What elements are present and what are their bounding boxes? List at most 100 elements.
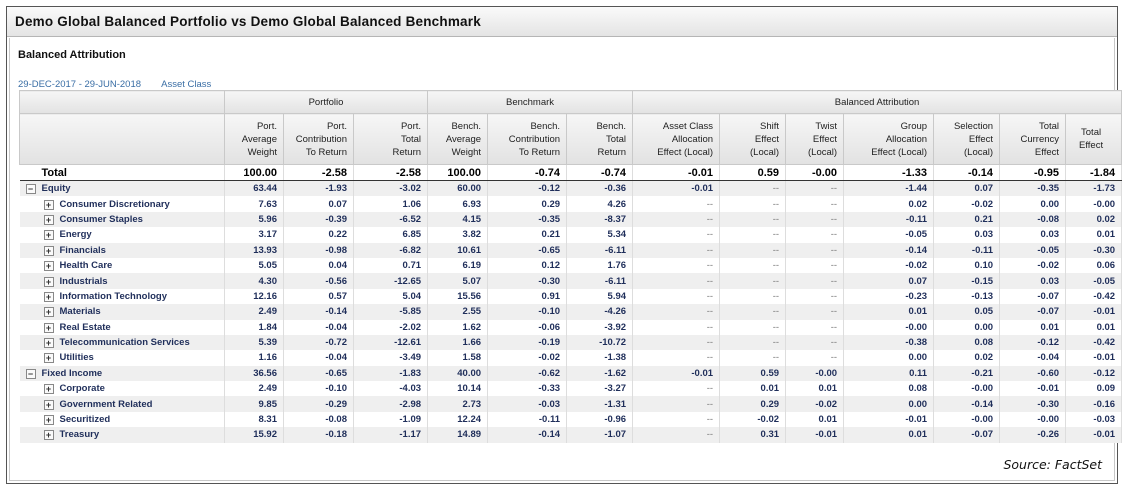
data-cell: --: [719, 242, 787, 258]
row-label-cell: − Equity: [19, 180, 225, 197]
data-cell: -0.39: [283, 211, 354, 228]
data-cell: 0.01: [1065, 227, 1122, 243]
row-label: Securitized: [59, 414, 111, 426]
data-cell: -6.11: [566, 273, 634, 289]
data-cell: -0.62: [487, 365, 568, 382]
column-header[interactable]: Bench. Average Weight: [427, 113, 489, 165]
data-cell: 0.21: [487, 227, 568, 243]
column-header[interactable]: Total Currency Effect: [999, 113, 1067, 165]
data-cell: -0.00: [933, 411, 1001, 428]
data-cell: -0.35: [999, 180, 1067, 197]
expand-icon[interactable]: +: [43, 353, 54, 364]
data-cell: --: [632, 257, 721, 274]
data-cell: --: [785, 242, 845, 258]
column-header[interactable]: Port. Contribution To Return: [283, 113, 354, 165]
data-cell: -0.38: [843, 334, 935, 351]
data-cell: 0.00: [933, 319, 1001, 335]
column-header[interactable]: Bench. Contribution To Return: [487, 113, 568, 165]
data-cell: -0.00: [843, 319, 935, 335]
data-cell: -0.02: [933, 196, 1001, 212]
column-header[interactable]: Port. Average Weight: [224, 113, 284, 165]
column-header-line: Shift: [760, 120, 780, 132]
column-header[interactable]: Shift Effect (Local): [719, 113, 787, 165]
total-cell: -0.14: [933, 164, 1001, 181]
column-header[interactable]: Port. Total Return: [352, 113, 429, 165]
expand-icon[interactable]: +: [43, 338, 54, 349]
data-cell: -0.15: [933, 273, 1001, 289]
data-cell: 0.29: [487, 196, 568, 212]
expand-icon[interactable]: +: [43, 230, 54, 241]
expand-icon[interactable]: +: [43, 307, 54, 318]
column-header-line: Weight: [247, 146, 277, 158]
collapse-icon[interactable]: −: [25, 368, 36, 379]
column-header-line: Port.: [326, 120, 347, 132]
data-cell: -10.72: [566, 334, 634, 351]
data-cell: 12.16: [224, 288, 284, 305]
data-cell: 0.09: [1065, 381, 1122, 397]
table-row: + Information Technology 12.16 0.57 5.04 15.5…: [19, 288, 1122, 305]
expand-icon[interactable]: +: [43, 384, 54, 395]
data-cell: -8.37: [566, 211, 634, 228]
group-row: − Fixed Income 36.56 -0.65 -1.83 40.00 -0.62 -1…: [19, 365, 1122, 382]
row-label: Consumer Discretionary: [59, 198, 170, 210]
expand-icon[interactable]: +: [43, 214, 54, 225]
data-cell: 0.01: [785, 411, 845, 428]
table-row: + Industrials 4.30 -0.56 -12.65 5.07 -0.30 -6.1…: [19, 273, 1122, 289]
data-cell: -0.29: [283, 396, 354, 412]
column-header[interactable]: Twist Effect (Local): [785, 113, 845, 165]
data-cell: 0.57: [283, 288, 354, 305]
data-cell: 0.05: [933, 304, 1001, 320]
column-header[interactable]: Total Effect: [1065, 113, 1122, 165]
date-range-link[interactable]: 29-DEC-2017 - 29-JUN-2018: [18, 79, 141, 90]
column-header[interactable]: Group Allocation Effect (Local): [843, 113, 935, 165]
data-cell: --: [632, 381, 721, 397]
total-cell: -0.01: [632, 164, 721, 181]
table-row: + Telecommunication Services 5.39 -0.72 -12.…: [19, 334, 1122, 351]
data-cell: --: [719, 304, 787, 320]
data-cell: 0.10: [933, 257, 1001, 274]
data-cell: 0.02: [1065, 211, 1122, 228]
data-cell: -2.98: [353, 396, 429, 412]
grouping-link[interactable]: Asset Class: [161, 79, 211, 90]
data-cell: 0.31: [719, 427, 787, 443]
data-cell: 1.76: [566, 257, 634, 274]
total-cell: 100.00: [427, 164, 489, 181]
row-label: Fixed Income: [41, 367, 103, 379]
data-cell: --: [632, 396, 721, 412]
data-cell: 6.85: [353, 227, 429, 243]
row-label: Total: [19, 164, 225, 181]
expand-icon[interactable]: +: [43, 276, 54, 287]
data-cell: --: [785, 211, 845, 228]
expand-icon[interactable]: +: [43, 261, 54, 272]
column-header[interactable]: Asset Class Allocation Effect (Local): [632, 113, 721, 165]
data-cell: --: [785, 257, 845, 274]
data-cell: -0.30: [487, 273, 568, 289]
data-cell: 14.89: [427, 427, 489, 443]
collapse-icon[interactable]: −: [25, 184, 36, 195]
data-cell: 1.66: [427, 334, 489, 351]
column-header[interactable]: Bench. Total Return: [566, 113, 634, 165]
data-cell: -0.14: [283, 304, 354, 320]
expand-icon[interactable]: +: [43, 415, 54, 426]
expand-icon[interactable]: +: [43, 291, 54, 302]
data-cell: 0.03: [999, 227, 1067, 243]
data-cell: -0.13: [933, 288, 1001, 305]
data-cell: -0.30: [999, 396, 1067, 412]
column-header[interactable]: Selection Effect (Local): [933, 113, 1001, 165]
expand-icon[interactable]: +: [43, 199, 54, 210]
data-cell: 1.58: [427, 350, 489, 366]
table-row: + Energy 3.17 0.22 6.85 3.82 0.21 5.34 -- -- -- -0.…: [19, 227, 1122, 243]
expand-icon[interactable]: +: [43, 399, 54, 410]
data-cell: 6.93: [427, 196, 489, 212]
data-cell: -0.01: [785, 427, 845, 443]
expand-icon[interactable]: +: [43, 322, 54, 333]
data-cell: -0.07: [933, 427, 1001, 443]
expand-icon[interactable]: +: [43, 430, 54, 441]
expand-icon[interactable]: +: [43, 245, 54, 256]
data-cell: --: [632, 350, 721, 366]
data-cell: -3.27: [566, 381, 634, 397]
data-cell: -0.16: [1065, 396, 1122, 412]
column-header-line: Total: [605, 133, 627, 145]
data-cell: 0.01: [843, 304, 935, 320]
data-cell: -0.60: [999, 365, 1067, 382]
